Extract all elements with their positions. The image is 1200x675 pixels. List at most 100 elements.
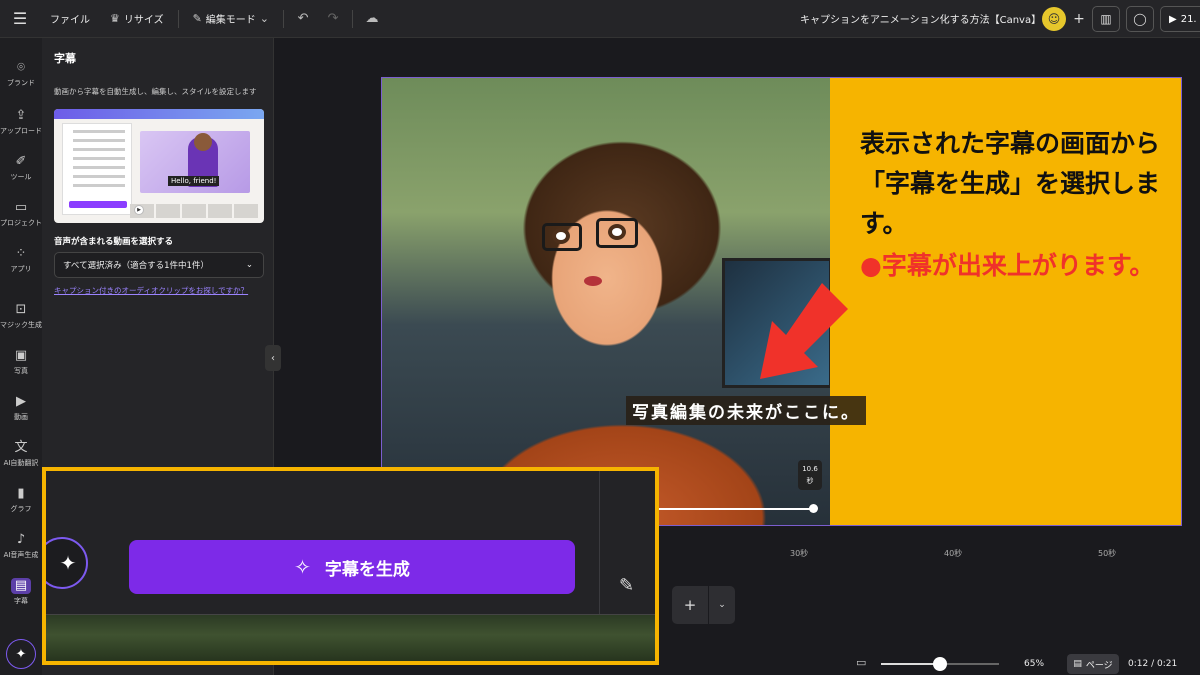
rail-label: グラフ [10, 505, 32, 513]
rail-item-translate[interactable]: 文 AI自動翻訳 [0, 440, 42, 468]
rail-item-voice[interactable]: ♪ AI音声生成 [0, 532, 42, 560]
insights-icon[interactable]: ▥ [1092, 6, 1120, 32]
result-note[interactable]: ●字幕が出来上がります。 [860, 246, 1160, 286]
ruler-tick: 30秒 [790, 549, 809, 558]
plus-icon: + [683, 596, 697, 614]
video-subtitle[interactable]: 写真編集の未来がここに。 [626, 396, 866, 425]
generate-captions-label: 字幕を生成 [324, 559, 410, 580]
divider [352, 9, 354, 28]
rail-label: プロジェクト [0, 219, 42, 227]
zoom-value[interactable]: 65% [1024, 659, 1044, 669]
magic-assistant-button[interactable]: ✦ [6, 639, 36, 669]
add-collaborator-icon[interactable]: + [1072, 11, 1086, 27]
preview-play-icon: ▶ [134, 205, 144, 215]
design-canvas[interactable]: 写真編集の未来がここに。 表示された字幕の画面から「字幕を生成」を選択します。 … [381, 77, 1182, 526]
chevron-left-icon: ‹ [271, 352, 275, 364]
rail-label: AI音声生成 [3, 551, 39, 559]
page-view-button[interactable]: ▤ ページ [1067, 654, 1119, 674]
rail-item-captions[interactable]: ▤ 字幕 [0, 578, 42, 606]
rail-item-photos[interactable]: ▣ 写真 [0, 348, 42, 376]
cloud-save-icon[interactable]: ☁ [357, 11, 387, 26]
pages-view-icon[interactable]: ▭ [856, 656, 866, 669]
zoom-slider-handle[interactable] [933, 657, 947, 671]
video-select[interactable]: すべて選択済み（適合する1件中1件） ⌄ [54, 252, 264, 278]
magic-media-icon: ⊡ [15, 302, 27, 317]
crown-icon: ♛ [110, 12, 120, 25]
generate-captions-button[interactable]: ✧ 字幕を生成 [129, 540, 575, 594]
rail-item-brand[interactable]: ⌾ ブランド [0, 60, 42, 88]
undo-icon[interactable]: ↶ [288, 11, 318, 26]
page-label: ページ [1085, 660, 1113, 671]
rail-label: マジック生成 [0, 321, 42, 329]
tools-icon: ✐ [15, 154, 27, 169]
rail-item-apps[interactable]: ⁘ アプリ [0, 246, 42, 274]
document-title[interactable]: キャプションをアニメーション化する方法【Canva】 [800, 11, 1041, 26]
avatar[interactable]: ☺ [1042, 7, 1066, 31]
rail-label: AI自動翻訳 [3, 459, 39, 467]
add-page-button[interactable]: + [672, 586, 708, 624]
present-button[interactable]: ▶ 21. [1160, 6, 1200, 32]
rail-item-upload[interactable]: ⇪ アップロード [0, 108, 42, 136]
file-menu[interactable]: ファイル [40, 11, 100, 26]
rail-label: ツール [10, 173, 32, 181]
divider [599, 471, 600, 614]
rail-label: ブランド [7, 79, 35, 87]
collapse-panel-button[interactable]: ‹ [265, 345, 281, 371]
edit-captions-icon[interactable]: ✎ [619, 575, 634, 596]
left-rail: ⌾ ブランド ⇪ アップロード ✐ ツール ▭ プロジェクト ⁘ アプリ ⊡ マジック生成 … [0, 38, 42, 675]
rail-item-charts[interactable]: ▮ グラフ [0, 486, 42, 514]
instruction-text[interactable]: 表示された字幕の画面から「字幕を生成」を選択します。 [860, 124, 1160, 244]
folder-icon: ▭ [14, 200, 28, 215]
audio-clip-link[interactable]: キャプション付きのオーディオクリップをお探しですか？ [54, 285, 248, 296]
play-icon: ▶ [1169, 13, 1177, 25]
page-icon: ▤ [1073, 659, 1082, 669]
chevron-down-icon: ⌄ [259, 12, 270, 25]
character-mouth [584, 276, 602, 286]
zoom-slider-fill [881, 663, 940, 665]
rail-label: アップロード [0, 127, 42, 135]
duration-unit: 秒 [806, 477, 814, 485]
topbar-right: ☺ + ▥ ◯ ▶ 21. [1042, 5, 1200, 33]
file-label: ファイル [50, 15, 90, 26]
chevron-down-icon: ⌄ [718, 600, 726, 610]
preview-doc [62, 123, 132, 215]
captions-icon: ▤ [11, 578, 31, 594]
playback-time: 0:12 / 0:21 [1128, 659, 1178, 669]
sparkle-icon: ✦ [15, 646, 27, 662]
panel-title: 字幕 [54, 52, 76, 65]
play-time: 21. [1180, 13, 1197, 25]
translate-icon: 文 [14, 440, 28, 455]
video-select-value: すべて選択済み（適合する1件中1件） [63, 261, 209, 271]
chart-icon: ▮ [17, 486, 25, 501]
timeline-ruler: 30秒 40秒 50秒 [660, 542, 1200, 562]
ruler-tick: 50秒 [1098, 549, 1117, 558]
sparkle-icon: ✦ [59, 551, 77, 575]
divider [177, 9, 179, 28]
add-page-options-button[interactable]: ⌄ [709, 586, 735, 624]
rail-label: 動画 [14, 413, 28, 421]
scrub-track[interactable] [652, 508, 814, 510]
callout-video-strip [46, 614, 655, 661]
zoomed-callout: ✦ ✧ 字幕を生成 ✎ [42, 467, 659, 665]
resize-button[interactable]: ♛ リサイズ [100, 11, 174, 26]
scrub-handle[interactable] [809, 504, 818, 513]
rail-item-magic-media[interactable]: ⊡ マジック生成 [0, 302, 42, 330]
resize-label: リサイズ [123, 15, 164, 26]
character-glasses [596, 218, 638, 248]
preview-timeline [130, 203, 260, 218]
comment-icon[interactable]: ◯ [1126, 6, 1154, 32]
chevron-down-icon: ⌄ [245, 260, 253, 270]
redo-icon[interactable]: ↷ [318, 11, 348, 26]
photo-icon: ▣ [14, 348, 28, 363]
sparkle-icon: ✧ [294, 555, 311, 579]
video-icon: ▶ [16, 394, 26, 409]
menu-icon[interactable]: ☰ [0, 9, 40, 28]
rail-label: 写真 [14, 367, 28, 375]
rail-item-projects[interactable]: ▭ プロジェクト [0, 200, 42, 228]
preview-strip [54, 109, 264, 119]
rail-item-tools[interactable]: ✐ ツール [0, 154, 42, 182]
edit-mode-button[interactable]: ✎ 編集モード ⌄ [183, 11, 279, 26]
rail-item-videos[interactable]: ▶ 動画 [0, 394, 42, 422]
select-label: 音声が含まれる動画を選択する [54, 237, 174, 247]
pencil-icon: ✎ [192, 12, 202, 25]
